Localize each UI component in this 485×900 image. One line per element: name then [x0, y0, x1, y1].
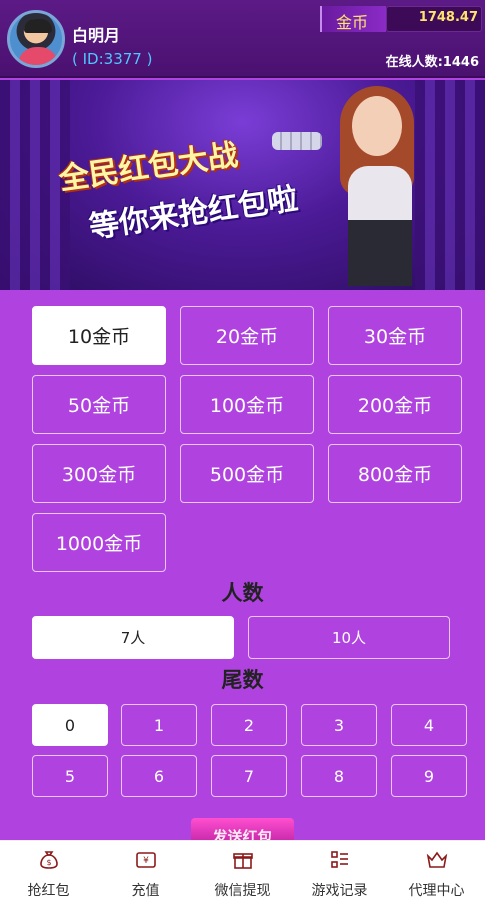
nav-item[interactable]: ¥ 充值: [97, 841, 194, 900]
username: 白明月: [72, 26, 121, 45]
tail-title: 尾数: [221, 668, 264, 692]
tail-number-option[interactable]: 0: [32, 704, 108, 746]
coin-balance: 1748.47: [418, 10, 478, 25]
amount-option[interactable]: 500金币: [180, 444, 314, 503]
amount-option[interactable]: 1000金币: [32, 513, 166, 572]
list-grid-icon: [328, 848, 352, 880]
user-id: ( ID:3377 ): [72, 50, 153, 68]
amount-option[interactable]: 800金币: [328, 444, 462, 503]
amount-option[interactable]: 300金币: [32, 444, 166, 503]
amount-option[interactable]: 100金币: [180, 375, 314, 434]
nav-item-label: 游戏记录: [311, 883, 368, 899]
money-bag-icon: $: [37, 848, 61, 880]
amount-option[interactable]: 50金币: [32, 375, 166, 434]
tail-number-option[interactable]: 9: [391, 755, 467, 797]
hostess-body: [348, 166, 412, 286]
avatar-shirt: [18, 47, 58, 65]
people-title: 人数: [221, 581, 264, 605]
nav-item-label: 充值: [131, 883, 160, 899]
poker-chips-icon: [272, 132, 322, 150]
tail-number-option[interactable]: 6: [121, 755, 197, 797]
nav-item-label: 抢红包: [27, 883, 70, 899]
nav-item[interactable]: 游戏记录: [291, 841, 388, 900]
hostess-face: [352, 96, 402, 156]
tail-number-option[interactable]: 4: [391, 704, 467, 746]
nav-item-label: 代理中心: [408, 883, 465, 899]
nav-item[interactable]: 微信提现: [194, 841, 291, 900]
nav-item[interactable]: 代理中心: [388, 841, 485, 900]
crown-icon: [425, 848, 449, 880]
amount-option[interactable]: 30金币: [328, 306, 462, 365]
tail-number-option[interactable]: 5: [32, 755, 108, 797]
svg-text:¥: ¥: [143, 856, 149, 866]
amount-option[interactable]: 10金币: [32, 306, 166, 365]
svg-text:$: $: [46, 858, 51, 867]
amount-option[interactable]: 200金币: [328, 375, 462, 434]
yen-ticket-icon: ¥: [134, 848, 158, 880]
promo-banner: 全民红包大战 等你来抢红包啦: [0, 80, 485, 290]
amount-option[interactable]: 20金币: [180, 306, 314, 365]
bottom-nav: $ 抢红包 ¥ 充值 微信提现 游戏记录 代理中心: [0, 840, 485, 900]
tail-number-option[interactable]: 7: [211, 755, 287, 797]
tail-number-option[interactable]: 2: [211, 704, 287, 746]
people-option[interactable]: 10人: [248, 616, 450, 659]
avatar-hair: [24, 19, 52, 33]
nav-item-label: 微信提现: [214, 883, 271, 899]
tail-number-option[interactable]: 3: [301, 704, 377, 746]
avatar[interactable]: [7, 10, 65, 68]
tail-number-option[interactable]: 1: [121, 704, 197, 746]
people-option[interactable]: 7人: [32, 616, 234, 659]
top-header: 白明月 ( ID:3377 ) 金币 1748.47 在线人数:1446: [0, 0, 485, 78]
gift-box-icon: [231, 848, 255, 880]
coin-label: 金币: [336, 13, 369, 32]
nav-item[interactable]: $ 抢红包: [0, 841, 97, 900]
tail-number-option[interactable]: 8: [301, 755, 377, 797]
hostess-illustration: [330, 86, 430, 286]
online-count: 在线人数:1446: [385, 55, 479, 70]
